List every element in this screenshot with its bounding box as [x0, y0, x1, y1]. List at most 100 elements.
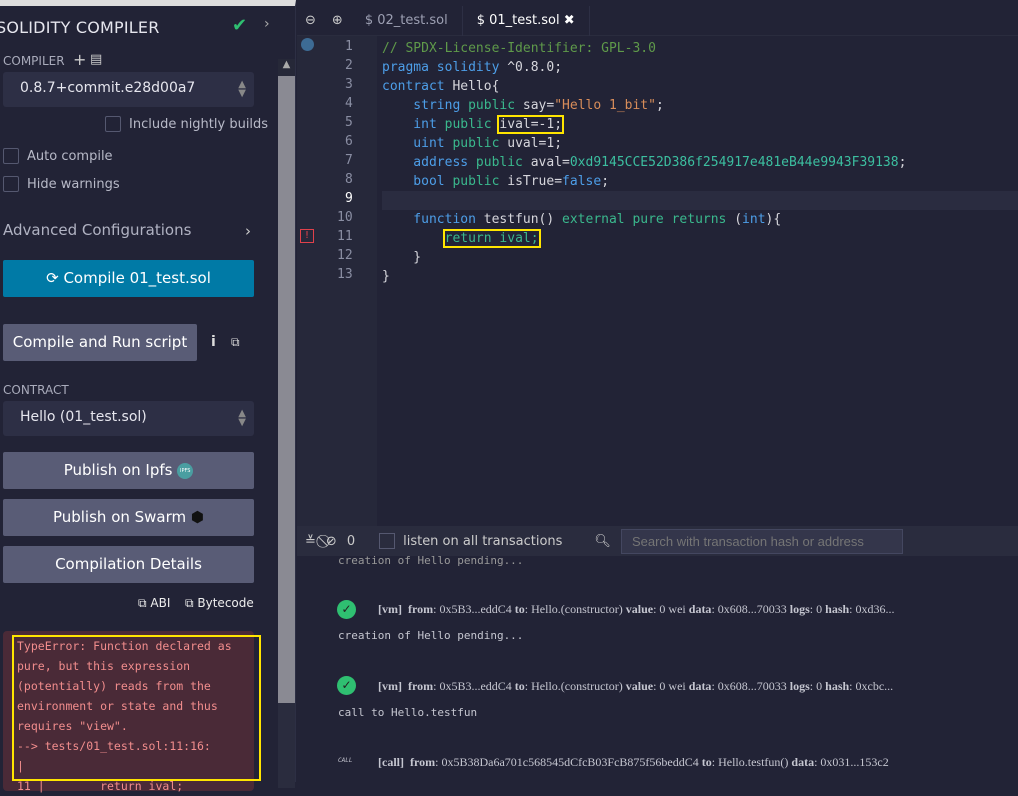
tx-field-hash: : 0xd36... — [849, 602, 895, 616]
log-message: creation of Hello pending... — [338, 554, 524, 567]
plus-icon[interactable]: + — [73, 50, 86, 69]
line-number: 13 — [337, 267, 353, 282]
chevron-right-icon[interactable]: › — [264, 16, 270, 32]
compilation-details-button[interactable]: Compilation Details — [3, 546, 254, 583]
tx-field-logs_l: logs — [789, 679, 810, 693]
tx-field-data_l: data — [688, 679, 712, 693]
code-content[interactable]: // SPDX-License-Identifier: GPL-3.0 pragm… — [382, 39, 906, 286]
tx-field-data: : 0x031...153c2 — [814, 755, 889, 769]
code-line: } — [382, 267, 906, 286]
publish-swarm-button[interactable]: Publish on Swarm ⬢ — [3, 499, 254, 536]
contract-select[interactable]: Hello (01_test.sol) ▲ ▼ — [3, 401, 254, 436]
search-input[interactable] — [620, 528, 903, 554]
tx-field-hash: : 0xcbc... — [849, 679, 894, 693]
code-token: uint — [382, 136, 445, 151]
tx-field-logs_l: logs — [789, 602, 810, 616]
tx-field-from_l: from — [408, 602, 434, 616]
code-token: } — [382, 250, 422, 265]
code-token: public — [460, 98, 516, 113]
line-number: 5 — [345, 115, 353, 130]
code-token: say= — [515, 98, 555, 113]
code-token: "Hello 1_bit" — [554, 98, 656, 113]
swarm-icon: ⬢ — [190, 508, 205, 526]
code-token: int — [382, 117, 437, 132]
code-token: // SPDX-License-Identifier: GPL-3.0 — [382, 41, 656, 56]
call-log[interactable]: [call] from: 0x5B38Da6a701c568545dCfcB03… — [378, 755, 889, 770]
code-line: // SPDX-License-Identifier: GPL-3.0 — [382, 39, 906, 58]
bytecode-copy-button[interactable]: ⧉ Bytecode — [185, 596, 254, 611]
close-icon[interactable]: ✖ — [564, 13, 575, 28]
breakpoint-icon[interactable] — [301, 38, 314, 51]
chevron-right-icon[interactable]: › — [245, 222, 251, 240]
tx-field-to_l: to — [514, 602, 525, 616]
check-icon: ✔ — [232, 15, 248, 36]
code-token: address — [382, 155, 469, 170]
code-line: int public ival=-1; — [382, 115, 906, 134]
tx-log[interactable]: [vm] from: 0x5B3...eddC4 to: Hello.(cons… — [378, 602, 895, 617]
zoom-out-icon[interactable]: ⊖ — [297, 13, 324, 28]
code-line: contract Hello{ — [382, 77, 906, 96]
hide-warnings-checkbox[interactable]: Hide warnings — [3, 176, 120, 192]
nightly-checkbox[interactable]: Include nightly builds — [105, 116, 268, 132]
code-line: function testfun() external pure returns… — [382, 210, 906, 229]
clear-icon[interactable]: ⃠⊘ — [326, 534, 337, 549]
tx-field-from: : 0x5B38Da6a701c568545dCfcB03FcB875f56be… — [435, 755, 702, 769]
code-line: string public say="Hello 1_bit"; — [382, 96, 906, 115]
error-marker-icon[interactable]: ! — [300, 229, 314, 243]
code-line: pragma solidity ^0.8.0; — [382, 58, 906, 77]
compiler-select[interactable]: 0.8.7+commit.e28d00a7 ▲ ▼ — [3, 72, 254, 107]
tx-field-data_l: data — [791, 755, 815, 769]
auto-compile-checkbox[interactable]: Auto compile — [3, 148, 113, 164]
info-icon[interactable]: i — [211, 334, 216, 350]
zoom-in-icon[interactable]: ⊕ — [324, 13, 351, 28]
file-icon[interactable]: ▤ — [90, 52, 102, 67]
pending-count: 0 — [346, 533, 356, 549]
tx-field-from_l: from — [408, 679, 434, 693]
tx-field-value_l: value — [625, 602, 654, 616]
line-number: 7 — [345, 153, 353, 168]
tx-field-value: : 0 wei — [653, 602, 689, 616]
tab-02-test[interactable]: $ 02_test.sol — [351, 5, 463, 36]
tx-field-to: : Hello.(constructor) — [524, 602, 626, 616]
tx-log[interactable]: [vm] from: 0x5B3...eddC4 to: Hello.(cons… — [378, 679, 893, 694]
code-token: ; — [655, 98, 664, 113]
code-token: ; — [898, 155, 907, 170]
code-token: public — [436, 117, 492, 132]
tab-01-test[interactable]: $ 01_test.sol ✖ — [463, 5, 590, 36]
tx-field-value_l: value — [625, 679, 654, 693]
code-token: isTrue= — [499, 174, 563, 189]
line-number: 9 — [345, 191, 353, 206]
code-token: 0xd9145CCE52D386f254917e481eB44e9943F391… — [569, 155, 899, 170]
code-token: public — [444, 136, 500, 151]
collapse-icon[interactable]: ≚ — [305, 534, 316, 549]
line-number: 1 — [345, 39, 353, 54]
log-message: creation of Hello pending... — [338, 629, 524, 642]
advanced-config-toggle[interactable]: Advanced Configurations — [3, 221, 191, 239]
code-token: string — [382, 98, 461, 113]
publish-ipfs-button[interactable]: Publish on Ipfs IPFS — [3, 452, 254, 489]
line-number: 3 — [345, 77, 353, 92]
compile-button[interactable]: ⟳ Compile 01_test.sol — [3, 260, 254, 297]
scroll-up-icon[interactable]: ▲ — [278, 59, 295, 76]
copy-icon[interactable]: ⧉ — [231, 335, 240, 350]
compile-run-button[interactable]: Compile and Run script — [3, 324, 197, 361]
tx-field-tag: [vm] — [378, 602, 402, 616]
tx-field-hash_l: hash — [825, 602, 850, 616]
code-token: } — [382, 269, 390, 284]
listen-checkbox[interactable]: listen on all transactions — [379, 533, 562, 549]
code-line: } — [382, 248, 906, 267]
success-icon: ✓ — [337, 676, 356, 695]
scrollbar[interactable]: ▲ — [278, 59, 295, 788]
tx-field-to_l: to — [514, 679, 525, 693]
tx-field-value: : 0 wei — [653, 679, 689, 693]
code-token: bool — [382, 174, 445, 189]
sidebar: SOLIDITY COMPILER ✔ › ▲ COMPILER + ▤ 0.8… — [0, 0, 296, 793]
abi-copy-button[interactable]: ⧉ ABI — [138, 596, 170, 611]
code-token: uval=1; — [499, 136, 563, 151]
log-message: call to Hello.testfun — [338, 706, 478, 719]
code-token: public — [444, 174, 500, 189]
tx-field-tag: [vm] — [378, 679, 402, 693]
code-token: function — [382, 212, 476, 227]
code-token: ^0.8.0; — [499, 60, 563, 75]
